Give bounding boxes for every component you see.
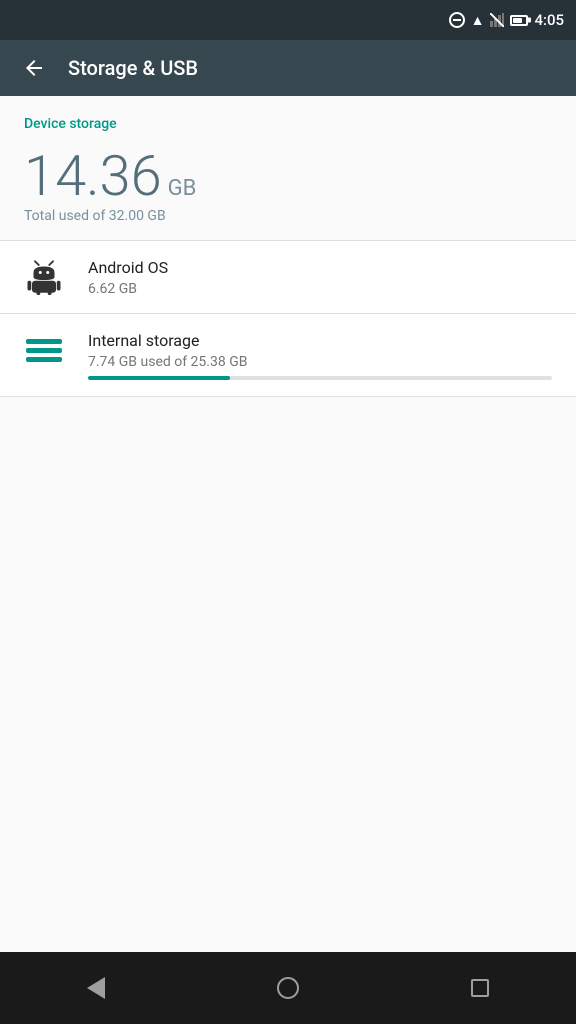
nav-back-button[interactable] (72, 964, 120, 1012)
divider-3 (0, 396, 576, 397)
nav-home-button[interactable] (264, 964, 312, 1012)
android-os-icon (24, 257, 64, 297)
main-content: Device storage 14.36 GB Total used of 32… (0, 96, 576, 952)
nav-back-icon (87, 977, 105, 999)
internal-storage-icon (24, 330, 64, 370)
progress-bar-fill (88, 376, 230, 380)
storage-usage: 14.36 GB Total used of 32.00 GB (0, 140, 576, 240)
signal-icon (490, 13, 504, 27)
internal-storage-item[interactable]: Internal storage 7.74 GB used of 25.38 G… (0, 314, 576, 396)
dnd-icon (449, 12, 465, 28)
status-bar: ▲ 4:05 (0, 0, 576, 40)
toolbar: Storage & USB (0, 40, 576, 96)
back-button[interactable] (16, 50, 52, 86)
toolbar-title: Storage & USB (68, 56, 198, 80)
android-os-subtitle: 6.62 GB (88, 281, 168, 297)
status-icons: ▲ 4:05 (449, 11, 564, 29)
internal-storage-text: Internal storage 7.74 GB used of 25.38 G… (88, 331, 247, 370)
android-os-title: Android OS (88, 258, 168, 277)
nav-bar (0, 952, 576, 1024)
storage-number: 14.36 (24, 148, 162, 204)
battery-icon (510, 15, 528, 26)
storage-unit: GB (168, 176, 197, 201)
nav-recents-icon (471, 979, 489, 997)
nav-home-icon (277, 977, 299, 999)
status-time: 4:05 (534, 11, 564, 29)
internal-storage-row: Internal storage 7.74 GB used of 25.38 G… (24, 330, 552, 370)
progress-bar (88, 376, 552, 380)
wifi-icon: ▲ (471, 12, 485, 29)
device-storage-section-header: Device storage (0, 96, 576, 140)
android-os-text: Android OS 6.62 GB (88, 258, 168, 297)
internal-storage-subtitle: 7.74 GB used of 25.38 GB (88, 354, 247, 370)
storage-total: Total used of 32.00 GB (24, 208, 552, 224)
android-os-item[interactable]: Android OS 6.62 GB (0, 241, 576, 313)
internal-storage-progress-container (24, 370, 552, 380)
internal-storage-title: Internal storage (88, 331, 247, 350)
storage-amount: 14.36 GB (24, 148, 552, 204)
nav-recents-button[interactable] (456, 964, 504, 1012)
